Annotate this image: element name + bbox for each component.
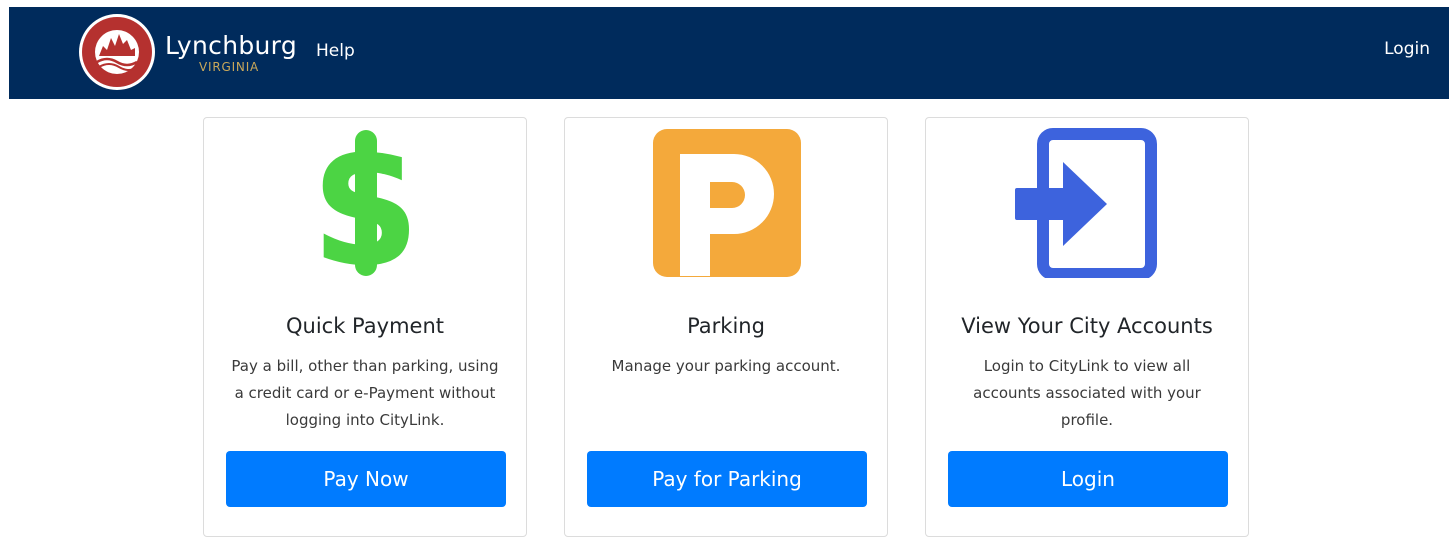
card-title: Quick Payment — [286, 314, 444, 338]
top-navbar: Lynchburg VIRGINIA Help Login — [9, 7, 1449, 99]
card-description: Login to CityLink to view all accounts a… — [973, 357, 1201, 429]
card-title: Parking — [687, 314, 765, 338]
city-accounts-card: View Your City Accounts Login to CityLin… — [925, 117, 1249, 537]
card-description: Manage your parking account. — [611, 357, 841, 375]
brand-state: VIRGINIA — [199, 60, 260, 74]
parking-card: Parking Manage your parking account. Pay… — [564, 117, 888, 537]
parking-icon — [653, 129, 801, 277]
pay-for-parking-button[interactable]: Pay for Parking — [587, 451, 867, 507]
svg-text:S: S — [312, 128, 420, 278]
city-seal-logo-icon[interactable] — [77, 12, 157, 92]
brand-name[interactable]: Lynchburg — [165, 31, 297, 61]
header-login-link[interactable]: Login — [1384, 39, 1430, 59]
quick-payment-card: S Quick Payment Pay a bill, other than p… — [203, 117, 527, 537]
login-arrow-icon — [1015, 128, 1157, 278]
dollar-sign-icon: S — [312, 128, 420, 278]
help-link[interactable]: Help — [316, 41, 355, 61]
login-button[interactable]: Login — [948, 451, 1228, 507]
pay-now-button[interactable]: Pay Now — [226, 451, 506, 507]
card-description: Pay a bill, other than parking, using a … — [231, 357, 499, 429]
card-title: View Your City Accounts — [961, 314, 1213, 338]
